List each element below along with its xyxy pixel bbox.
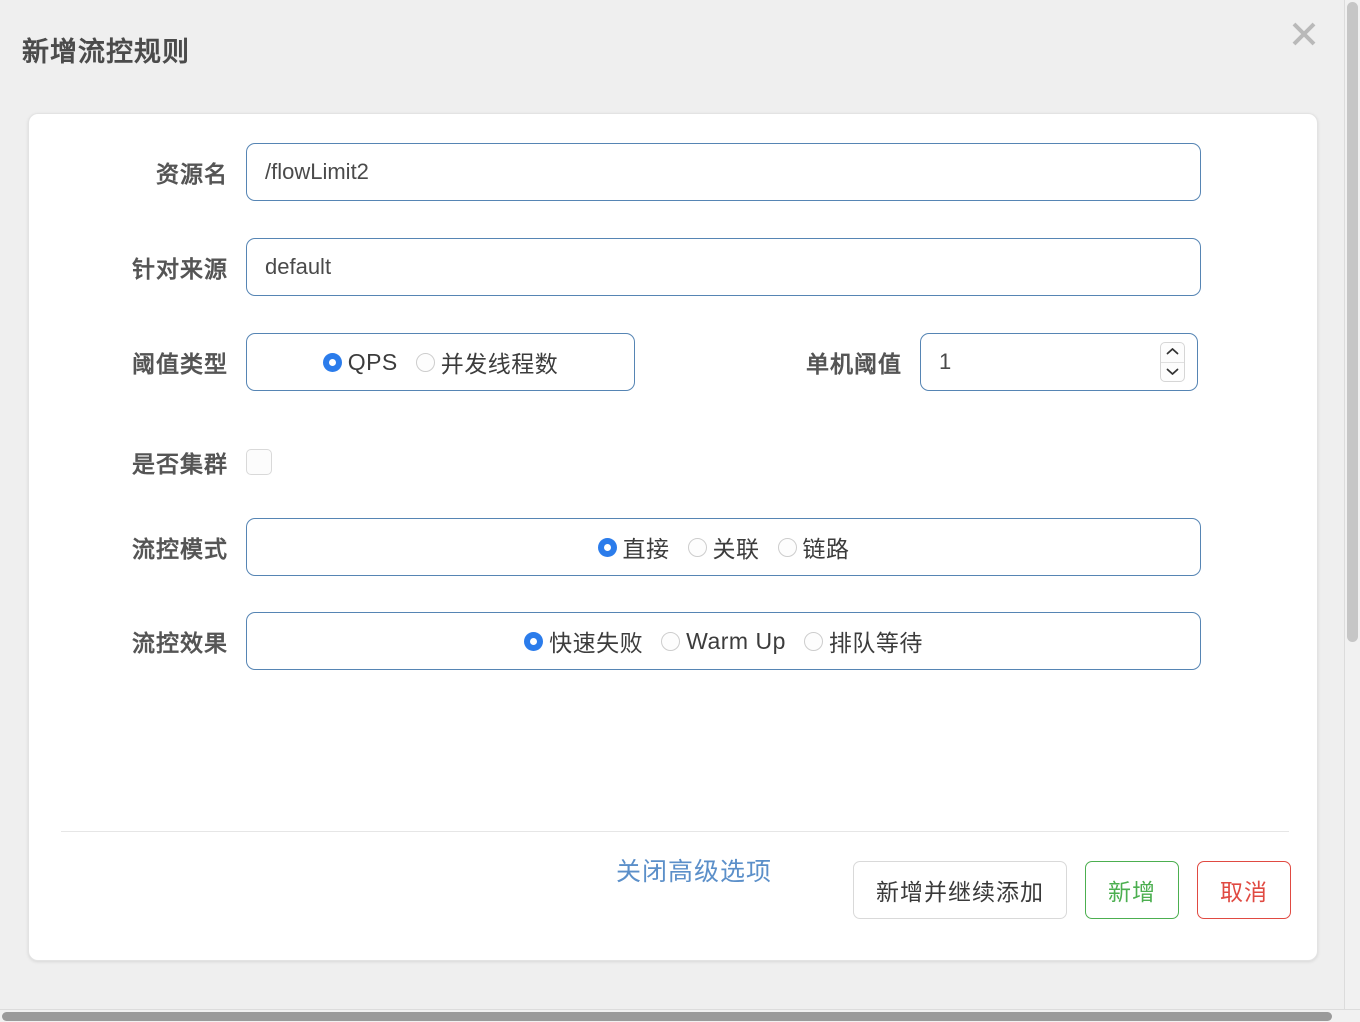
radio-unselected-icon xyxy=(803,631,823,651)
close-icon xyxy=(1289,19,1319,49)
radio-flow-effect-fast-fail[interactable]: 快速失败 xyxy=(524,624,643,658)
radio-unselected-icon xyxy=(661,631,681,651)
form-row-flow-mode: 流控模式 直接 关联 链路 xyxy=(29,517,1317,577)
form-row-resource: 资源名 xyxy=(29,142,1317,202)
chevron-down-icon xyxy=(1166,363,1179,381)
vertical-scrollbar-thumb[interactable] xyxy=(1347,2,1358,642)
flow-effect-radio-group[interactable]: 快速失败 Warm Up 排队等待 xyxy=(246,612,1201,670)
add-and-continue-button[interactable]: 新增并继续添加 xyxy=(853,861,1067,919)
single-threshold-input[interactable] xyxy=(920,333,1198,391)
radio-threshold-type-threads[interactable]: 并发线程数 xyxy=(415,345,559,379)
close-button[interactable] xyxy=(1284,14,1324,54)
radio-label: QPS xyxy=(347,348,398,375)
radio-label: 直接 xyxy=(622,536,670,562)
form-row-cluster: 是否集群 xyxy=(29,432,1317,492)
is-cluster-checkbox[interactable] xyxy=(246,449,272,475)
radio-flow-effect-queue[interactable]: 排队等待 xyxy=(803,624,923,658)
resource-name-input[interactable] xyxy=(246,143,1201,201)
flow-mode-radio-group[interactable]: 直接 关联 链路 xyxy=(246,518,1201,576)
radio-label: 并发线程数 xyxy=(440,351,559,377)
horizontal-scrollbar-thumb[interactable] xyxy=(2,1012,1332,1021)
horizontal-scrollbar[interactable] xyxy=(0,1009,1360,1022)
form-row-origin: 针对来源 xyxy=(29,237,1317,297)
single-threshold-field xyxy=(920,333,1198,391)
radio-unselected-icon xyxy=(415,352,435,372)
radio-flow-mode-chain[interactable]: 链路 xyxy=(777,530,850,564)
footer-divider xyxy=(61,831,1289,832)
cancel-button[interactable]: 取消 xyxy=(1197,861,1291,919)
stepper-down-button[interactable] xyxy=(1161,361,1184,382)
label-single-threshold: 单机阈值 xyxy=(806,351,902,377)
radio-selected-icon xyxy=(322,352,342,372)
dialog-header: 新增流控规则 xyxy=(0,0,1345,100)
add-button[interactable]: 新增 xyxy=(1085,861,1179,919)
quantity-stepper[interactable] xyxy=(1160,342,1185,382)
label-resource: 资源名 xyxy=(156,161,228,187)
label-threshold-type: 阈值类型 xyxy=(132,351,228,377)
radio-label: 关联 xyxy=(712,536,760,562)
vertical-scrollbar[interactable] xyxy=(1344,0,1360,1010)
radio-selected-icon xyxy=(524,631,544,651)
label-flow-mode: 流控模式 xyxy=(132,536,228,562)
page-title: 新增流控规则 xyxy=(22,37,190,67)
form-card: 资源名 针对来源 阈值类型 QPS 并发线程数 xyxy=(28,113,1318,961)
radio-label: 排队等待 xyxy=(828,630,923,656)
radio-flow-effect-warm-up[interactable]: Warm Up xyxy=(661,628,786,655)
label-is-cluster: 是否集群 xyxy=(132,451,228,477)
radio-flow-mode-associated[interactable]: 关联 xyxy=(687,530,760,564)
label-flow-effect: 流控效果 xyxy=(132,630,228,656)
origin-input[interactable] xyxy=(246,238,1201,296)
label-origin: 针对来源 xyxy=(132,256,228,282)
radio-unselected-icon xyxy=(687,537,707,557)
chevron-up-icon xyxy=(1166,343,1179,361)
radio-label: Warm Up xyxy=(686,627,786,654)
dialog-footer: 新增并继续添加 新增 取消 xyxy=(853,861,1291,919)
radio-selected-icon xyxy=(597,537,617,557)
radio-label: 快速失败 xyxy=(549,630,644,656)
stepper-up-button[interactable] xyxy=(1161,343,1184,362)
form-row-flow-effect: 流控效果 快速失败 Warm Up 排队等待 xyxy=(29,611,1317,671)
radio-label: 链路 xyxy=(802,536,850,562)
threshold-type-radio-group[interactable]: QPS 并发线程数 xyxy=(246,333,635,391)
add-flow-rule-dialog: 新增流控规则 资源名 针对来源 阈值类型 xyxy=(0,0,1345,1010)
radio-unselected-icon xyxy=(777,537,797,557)
radio-flow-mode-direct[interactable]: 直接 xyxy=(597,530,670,564)
radio-threshold-type-qps[interactable]: QPS xyxy=(322,348,398,376)
form-row-threshold: 阈值类型 QPS 并发线程数 单机阈值 xyxy=(29,332,1317,392)
